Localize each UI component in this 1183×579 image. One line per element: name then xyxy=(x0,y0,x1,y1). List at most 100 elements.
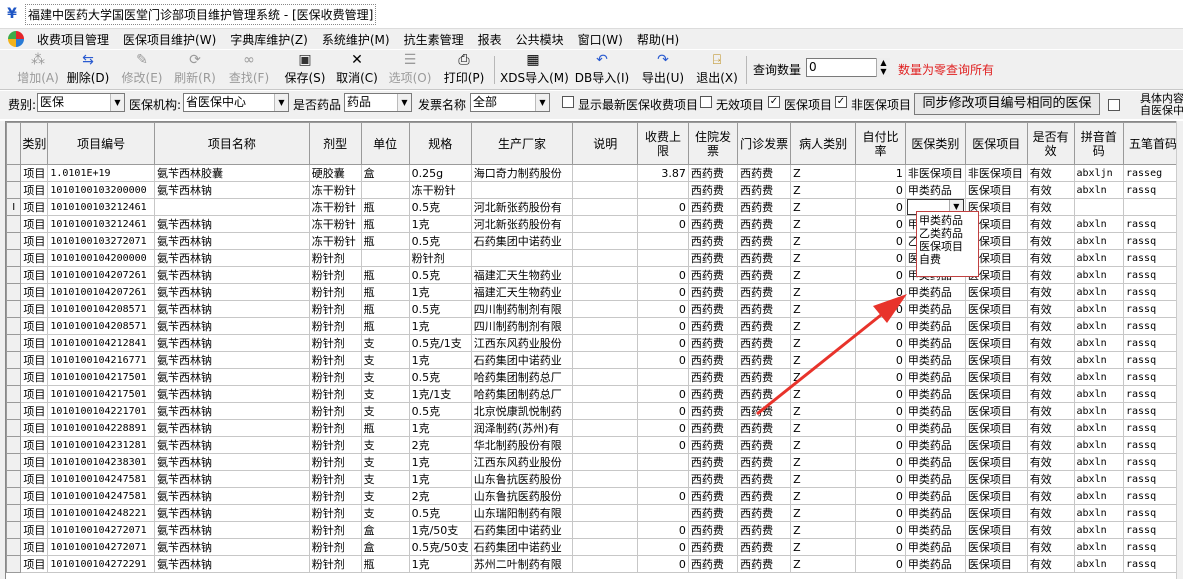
row-selector[interactable] xyxy=(6,487,22,505)
table-cell[interactable]: rassq xyxy=(1122,351,1183,369)
table-cell[interactable]: 西药费 xyxy=(687,351,739,369)
save-button[interactable]: ▣ 保存(S) xyxy=(282,52,328,88)
table-cell[interactable]: rassq xyxy=(1122,487,1183,505)
table-cell[interactable]: Z xyxy=(790,385,857,403)
table-cell[interactable]: 西药费 xyxy=(687,504,739,522)
column-header[interactable]: 类别 xyxy=(20,122,49,165)
table-cell[interactable]: abxln xyxy=(1073,385,1124,403)
exit-button[interactable]: ⍈ 退出(X) xyxy=(692,52,742,88)
column-header[interactable]: 规格 xyxy=(408,122,472,165)
column-header[interactable]: 项目编号 xyxy=(47,122,155,165)
row-selector[interactable] xyxy=(6,300,22,318)
table-cell[interactable]: 甲类药品 xyxy=(904,283,966,301)
table-cell[interactable]: 甲类药品 xyxy=(904,181,966,199)
table-cell[interactable] xyxy=(572,555,639,573)
table-cell[interactable]: Z xyxy=(790,504,857,522)
table-cell[interactable]: 支 xyxy=(360,334,410,352)
table-cell[interactable]: 0.5克 xyxy=(408,232,472,250)
table-cell[interactable]: abxln xyxy=(1073,249,1124,267)
table-cell[interactable]: 0 xyxy=(637,317,689,335)
table-cell[interactable]: 冻干粉针 xyxy=(308,181,362,199)
table-cell[interactable]: 西药费 xyxy=(687,453,739,471)
table-cell[interactable]: 项目 xyxy=(20,351,49,369)
table-cell[interactable] xyxy=(572,249,639,267)
table-cell[interactable]: 西药费 xyxy=(737,419,792,437)
table-cell[interactable]: abxln xyxy=(1073,215,1124,233)
column-header[interactable]: 生产厂家 xyxy=(470,122,574,165)
table-cell[interactable]: 项目 xyxy=(20,300,49,318)
table-cell[interactable]: 粉针剂 xyxy=(308,487,362,505)
table-cell[interactable]: 0 xyxy=(855,470,906,488)
table-cell[interactable]: abxljn xyxy=(1073,164,1124,182)
table-row[interactable]: 项目 1010100104221701 氨苄西林钠 粉针剂支 0.5克 北京悦康凯悦制药 0… xyxy=(6,402,1183,420)
menu-fee-items[interactable]: 收费项目管理 xyxy=(30,31,116,48)
table-cell[interactable]: 有效 xyxy=(1026,436,1075,454)
table-cell[interactable]: Z xyxy=(790,283,857,301)
table-cell[interactable]: 0.5克 xyxy=(408,266,472,284)
table-cell[interactable]: 甲类药品 xyxy=(904,555,966,573)
table-cell[interactable]: 粉针剂 xyxy=(308,504,362,522)
table-cell[interactable]: rassq xyxy=(1122,300,1183,318)
table-cell[interactable]: 1010100103200000 xyxy=(47,181,155,199)
table-cell[interactable]: 0 xyxy=(855,385,906,403)
table-cell[interactable] xyxy=(572,181,639,199)
table-cell[interactable]: 甲类药品 xyxy=(904,419,966,437)
table-cell[interactable]: Z xyxy=(790,453,857,471)
table-cell[interactable]: 福建汇天生物药业 xyxy=(470,266,574,284)
table-cell[interactable]: 有效 xyxy=(1026,164,1075,182)
table-cell[interactable]: 1010100104231281 xyxy=(47,436,155,454)
table-cell[interactable]: 非医保项目 xyxy=(964,164,1028,182)
table-cell[interactable]: abxln xyxy=(1073,402,1124,420)
table-cell[interactable]: 1010100104217501 xyxy=(47,385,155,403)
table-cell[interactable]: 有效 xyxy=(1026,555,1075,573)
table-row[interactable]: 项目 1010100104207261 氨苄西林钠 粉针剂瓶 1克 福建汇天生物药业 0 西药… xyxy=(6,283,1183,301)
table-cell[interactable]: 有效 xyxy=(1026,385,1075,403)
table-cell[interactable]: 支 xyxy=(360,402,410,420)
table-cell[interactable]: 0 xyxy=(637,521,689,539)
table-cell[interactable]: 1克 xyxy=(408,470,472,488)
row-selector[interactable] xyxy=(6,453,22,471)
table-cell[interactable]: 苏州二叶制药有限 xyxy=(470,555,574,573)
table-cell[interactable]: 0.5克/50支 xyxy=(408,538,472,556)
table-row[interactable]: 项目 1010100104212841 氨苄西林钠 粉针剂支 0.5克/1支 江西东风药业… xyxy=(6,334,1183,352)
menu-antibiotics[interactable]: 抗生素管理 xyxy=(397,31,471,48)
table-cell[interactable]: 粉针剂 xyxy=(308,419,362,437)
table-cell[interactable] xyxy=(154,198,310,216)
dropdown-option[interactable]: 甲类药品 xyxy=(917,214,978,227)
table-cell[interactable]: 西药费 xyxy=(737,283,792,301)
table-cell[interactable] xyxy=(572,198,639,216)
table-row[interactable]: 项目 1010100104208571 氨苄西林钠 粉针剂瓶 1克 四川制药制剂有限 0 西药… xyxy=(6,317,1183,335)
table-cell[interactable] xyxy=(470,249,574,267)
table-cell[interactable]: 医保项目 xyxy=(964,436,1028,454)
table-cell[interactable]: abxln xyxy=(1073,368,1124,386)
table-cell[interactable]: 氨苄西林钠 xyxy=(154,351,310,369)
table-cell[interactable]: 医保项目 xyxy=(964,538,1028,556)
table-cell[interactable]: 1克 xyxy=(408,453,472,471)
table-cell[interactable]: 0 xyxy=(637,300,689,318)
table-cell[interactable]: 西药费 xyxy=(737,249,792,267)
table-cell[interactable]: 西药费 xyxy=(687,538,739,556)
table-cell[interactable]: 西药费 xyxy=(737,266,792,284)
table-row[interactable]: 项目 1010100104217501 氨苄西林钠 粉针剂支 0.5克 哈药集团制药总厂 西… xyxy=(6,368,1183,386)
table-cell[interactable]: 支 xyxy=(360,453,410,471)
table-row[interactable]: 项目 1010100104247581 氨苄西林钠 粉针剂支 1克 山东鲁抗医药股份 西药费… xyxy=(6,470,1183,488)
table-cell[interactable]: 0 xyxy=(855,317,906,335)
table-cell[interactable]: 粉针剂 xyxy=(308,436,362,454)
table-cell[interactable] xyxy=(637,504,689,522)
column-header[interactable]: 收费上限 xyxy=(637,122,689,165)
table-cell[interactable]: 粉针剂 xyxy=(308,351,362,369)
table-cell[interactable]: 1010100104207261 xyxy=(47,266,155,284)
table-cell[interactable]: 1010100103272071 xyxy=(47,232,155,250)
table-cell[interactable]: abxln xyxy=(1073,436,1124,454)
table-cell[interactable]: 1克 xyxy=(408,419,472,437)
table-cell[interactable]: rassq xyxy=(1122,453,1183,471)
table-cell[interactable]: 西药费 xyxy=(687,249,739,267)
table-cell[interactable]: Z xyxy=(790,266,857,284)
table-cell[interactable]: 医保项目 xyxy=(964,487,1028,505)
table-cell[interactable]: 甲类药品 xyxy=(904,317,966,335)
table-cell[interactable]: Z xyxy=(790,351,857,369)
menu-insurance-items[interactable]: 医保项目维护(W) xyxy=(116,31,223,48)
table-cell[interactable]: 1克/1支 xyxy=(408,385,472,403)
table-cell[interactable] xyxy=(572,487,639,505)
table-cell[interactable]: 氨苄西林钠 xyxy=(154,215,310,233)
